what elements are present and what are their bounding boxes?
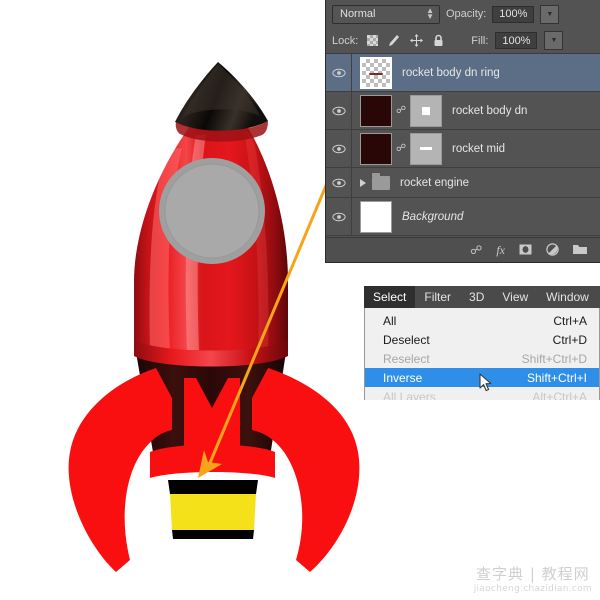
- add-layer-mask-icon[interactable]: [519, 243, 532, 258]
- layer-visibility-toggle[interactable]: [326, 198, 352, 235]
- menubar-item-select[interactable]: Select: [364, 286, 415, 308]
- layers-panel-footer: ☍ fx: [326, 237, 600, 262]
- layer-mask-thumbnail[interactable]: [410, 95, 442, 127]
- select-menu-container: Select Filter 3D View Window All Ctrl+A …: [364, 286, 600, 400]
- fill-dropdown-arrow-icon[interactable]: ▼: [544, 31, 563, 50]
- layer-name: Background: [402, 211, 463, 223]
- menubar-item-filter[interactable]: Filter: [415, 286, 460, 308]
- layer-thumbnail[interactable]: [360, 57, 392, 89]
- menu-item-label: Reselect: [383, 352, 430, 366]
- layer-thumbnails: [360, 57, 392, 89]
- menu-item-label: Deselect: [383, 333, 430, 347]
- mask-link-icon[interactable]: ☍: [396, 106, 406, 116]
- layer-visibility-toggle[interactable]: [326, 54, 352, 91]
- layer-visibility-toggle[interactable]: [326, 92, 352, 129]
- rocket-fin-collar: [150, 445, 275, 479]
- transparency-checker-icon[interactable]: [365, 33, 380, 48]
- layer-thumbnails: [360, 201, 392, 233]
- opacity-label: Opacity:: [446, 8, 486, 20]
- watermark-title: 查字典 | 教程网: [474, 563, 592, 584]
- move-icon[interactable]: [409, 33, 424, 48]
- menu-item-deselect[interactable]: Deselect Ctrl+D: [365, 330, 599, 349]
- new-group-icon[interactable]: [573, 243, 587, 257]
- layer-row-rocket-body-dn[interactable]: ☍ rocket body dn: [326, 92, 600, 130]
- layer-thumbnail[interactable]: [360, 133, 392, 165]
- brush-icon[interactable]: [387, 33, 402, 48]
- fill-input[interactable]: 100%: [495, 32, 537, 49]
- menu-item-all[interactable]: All Ctrl+A: [365, 311, 599, 330]
- layers-panel-top-row: Normal ▲▼ Opacity: 100% ▼: [326, 0, 600, 28]
- adjustment-layer-icon[interactable]: [546, 243, 559, 258]
- menu-item-label: Inverse: [383, 371, 422, 385]
- menu-item-shortcut: Ctrl+D: [553, 333, 587, 347]
- menubar-item-3d[interactable]: 3D: [460, 286, 493, 308]
- layer-style-fx-icon[interactable]: fx: [496, 244, 505, 256]
- fill-label: Fill:: [471, 35, 488, 47]
- menu-item-inverse[interactable]: Inverse Shift+Ctrl+I: [365, 368, 599, 387]
- layer-thumbnails: ☍: [360, 133, 442, 165]
- layer-row-background[interactable]: Background: [326, 198, 600, 236]
- layer-name: rocket body dn ring: [402, 67, 500, 79]
- layer-row-rocket-body-dn-ring[interactable]: rocket body dn ring: [326, 54, 600, 92]
- opacity-input[interactable]: 100%: [492, 6, 534, 23]
- layers-panel: Normal ▲▼ Opacity: 100% ▼ Lock:: [325, 0, 600, 263]
- screenshot-root: Normal ▲▼ Opacity: 100% ▼ Lock:: [0, 0, 600, 600]
- watermark: 查字典 | 教程网 jiaocheng.chazidian.com: [474, 563, 592, 594]
- layer-row-rocket-engine-group[interactable]: rocket engine: [326, 168, 600, 198]
- layer-name: rocket mid: [452, 143, 505, 155]
- menu-item-shortcut: Ctrl+A: [553, 314, 587, 328]
- eye-icon: [332, 144, 346, 154]
- layer-visibility-toggle[interactable]: [326, 130, 352, 167]
- eye-icon: [332, 178, 346, 188]
- blend-mode-select[interactable]: Normal ▲▼: [332, 5, 440, 24]
- menu-item-all-layers[interactable]: All Layers Alt+Ctrl+A: [365, 387, 599, 400]
- layer-thumbnail[interactable]: [360, 95, 392, 127]
- menubar-item-view[interactable]: View: [493, 286, 537, 308]
- menu-bar: Select Filter 3D View Window: [364, 286, 600, 308]
- select-menu-dropdown: All Ctrl+A Deselect Ctrl+D Reselect Shif…: [364, 308, 600, 400]
- menu-item-label: All: [383, 314, 396, 328]
- blend-mode-value: Normal: [340, 8, 375, 20]
- eye-icon: [332, 68, 346, 78]
- layer-thumbnails: ☍: [360, 95, 442, 127]
- layer-row-rocket-mid[interactable]: ☍ rocket mid: [326, 130, 600, 168]
- layers-panel-lock-row: Lock: Fill: 100% ▼: [326, 28, 600, 54]
- menu-item-shortcut: Alt+Ctrl+A: [532, 390, 587, 401]
- opacity-dropdown-arrow-icon[interactable]: ▼: [540, 5, 559, 24]
- engine-band-bottom: [172, 530, 254, 539]
- layer-name: rocket engine: [400, 177, 469, 189]
- mask-link-icon[interactable]: ☍: [396, 144, 406, 154]
- updown-spinner-icon: ▲▼: [426, 8, 434, 20]
- layer-visibility-toggle[interactable]: [326, 168, 352, 197]
- layer-list: rocket body dn ring ☍ rocket body dn: [326, 54, 600, 236]
- layer-thumbnail[interactable]: [360, 201, 392, 233]
- engine-band-top: [168, 480, 258, 494]
- menu-item-shortcut: Shift+Ctrl+I: [527, 371, 587, 385]
- eye-icon: [332, 106, 346, 116]
- link-layers-icon[interactable]: ☍: [470, 244, 482, 256]
- eye-icon: [332, 212, 346, 222]
- menubar-item-window[interactable]: Window: [537, 286, 598, 308]
- group-expand-arrow-icon[interactable]: [360, 179, 366, 187]
- lock-label: Lock:: [332, 35, 358, 47]
- engine-band-yellow: [170, 494, 256, 530]
- lock-icon[interactable]: [431, 33, 446, 48]
- menu-item-label: All Layers: [383, 390, 436, 401]
- watermark-url: jiaocheng.chazidian.com: [474, 584, 592, 594]
- layer-name: rocket body dn: [452, 105, 527, 117]
- folder-icon: [372, 176, 390, 190]
- menu-item-reselect: Reselect Shift+Ctrl+D: [365, 349, 599, 368]
- menu-item-shortcut: Shift+Ctrl+D: [522, 352, 587, 366]
- layer-mask-thumbnail[interactable]: [410, 133, 442, 165]
